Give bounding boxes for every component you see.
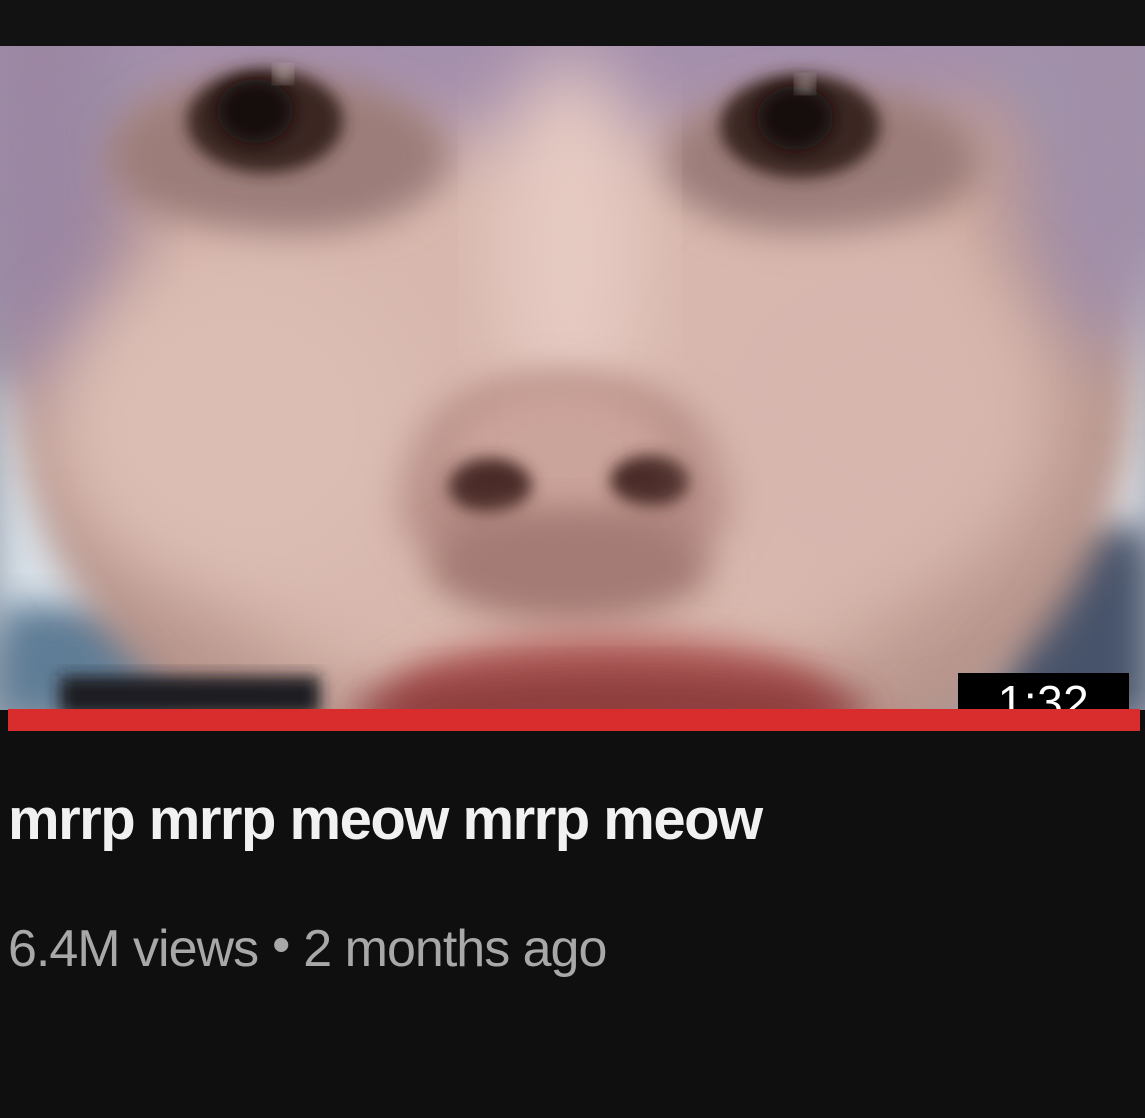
watch-progress-fill	[8, 709, 1140, 731]
video-title[interactable]: mrrp mrrp meow mrrp meow	[8, 780, 1128, 860]
video-thumbnail[interactable]: 1:32	[0, 46, 1145, 710]
watch-progress-bar	[8, 709, 1140, 731]
separator-dot: •	[272, 916, 290, 974]
top-strip	[0, 0, 1145, 46]
video-stats: 6.4M views • 2 months ago	[8, 914, 1128, 984]
view-count: 6.4M views	[8, 920, 259, 978]
upload-age: 2 months ago	[303, 920, 607, 978]
video-meta: mrrp mrrp meow mrrp meow 6.4M views • 2 mo…	[8, 780, 1128, 984]
duration-badge: 1:32	[958, 673, 1129, 710]
